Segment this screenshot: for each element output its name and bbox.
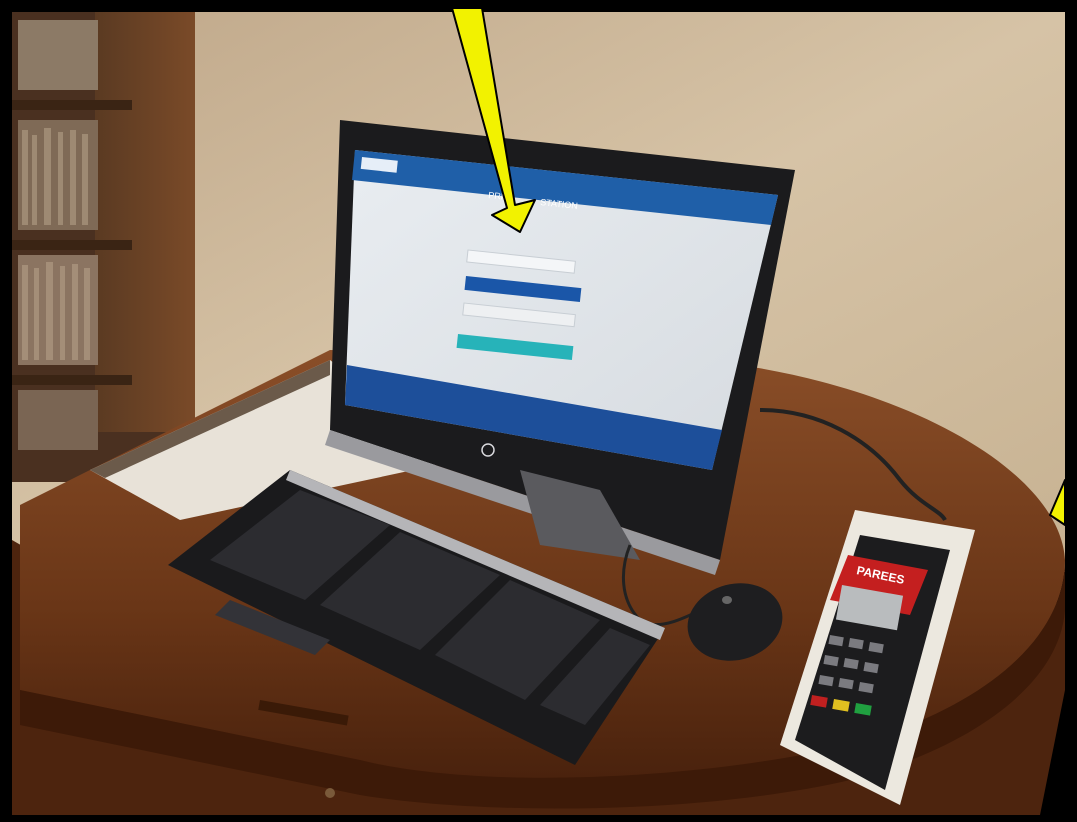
cabinet-knob [325,788,335,798]
photo-scene: PRI STATION PAREES [0,0,1077,822]
screen-title-left: PRI [488,190,504,202]
bookshelf [12,12,195,482]
